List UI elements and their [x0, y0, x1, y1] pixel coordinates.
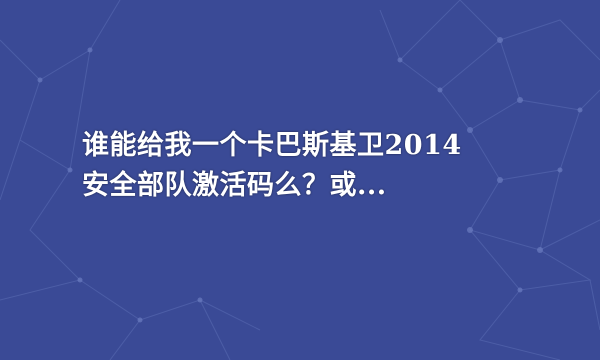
- question-title-line-2: 安全部队激活码么？或...: [82, 170, 387, 201]
- question-title-line-1: 谁能给我一个卡巴斯基卫2014: [82, 130, 462, 161]
- question-title: 谁能给我一个卡巴斯基卫2014 安全部队激活码么？或...: [82, 126, 542, 206]
